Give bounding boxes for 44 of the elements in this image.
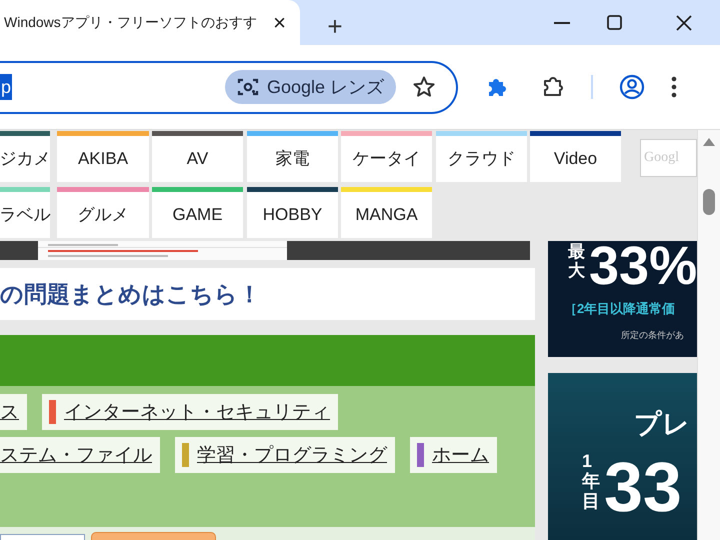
maximize-icon[interactable] <box>607 15 622 30</box>
scrollbar[interactable] <box>697 130 720 540</box>
scroll-up-icon[interactable] <box>703 138 715 146</box>
ad-headline: 33% <box>589 241 697 293</box>
nav-category-tab[interactable]: ジカメ <box>0 131 50 182</box>
ad-text: 1年目 <box>582 452 600 512</box>
heading-link[interactable]: の問題まとめはこちら！ <box>0 276 261 312</box>
nav-category-tab[interactable]: ケータイ <box>341 131 432 182</box>
minimize-icon[interactable] <box>554 22 570 24</box>
nav-category-tab[interactable]: グルメ <box>57 187 149 238</box>
category-link[interactable]: ホーム <box>432 446 489 464</box>
nav-category-tab[interactable]: 家電 <box>247 131 338 182</box>
nav-category-tab[interactable]: MANGA <box>341 187 432 238</box>
camera-icon <box>236 77 259 97</box>
profile-icon[interactable] <box>619 74 645 100</box>
close-tab-button[interactable]: × <box>273 12 286 34</box>
ad-headline: 33 <box>604 452 682 522</box>
category-link[interactable]: ステム・ファイル <box>0 446 152 464</box>
browser-tab[interactable]: Windowsアプリ・フリーソフトのおすす × <box>0 0 300 45</box>
ad-text: ［2年目以降通常価 <box>563 300 676 318</box>
selected-url-text: p <box>0 74 12 100</box>
nav-category-tab[interactable]: Video <box>530 131 621 182</box>
ad-text: 最大 <box>568 243 585 280</box>
scrollbar-thumb[interactable] <box>703 189 715 215</box>
close-window-icon[interactable] <box>676 14 692 30</box>
menu-icon[interactable] <box>671 76 677 98</box>
category-link[interactable]: インターネット・セキュリティ <box>64 402 330 422</box>
google-lens-button[interactable]: Google レンズ <box>224 70 396 104</box>
nav-category-tab[interactable]: HOBBY <box>247 187 338 238</box>
nav-category-tab[interactable]: ラベル <box>0 187 50 238</box>
nav-category-tab[interactable]: AKIBA <box>57 131 149 182</box>
star-icon[interactable] <box>412 75 436 99</box>
tab-title: Windowsアプリ・フリーソフトのおすす <box>4 13 258 32</box>
nav-category-tab[interactable]: クラウド <box>436 131 527 182</box>
category-link[interactable]: 学習・プログラミング <box>197 446 387 464</box>
puzzle-icon[interactable] <box>486 76 508 98</box>
ad-text: プレ <box>633 411 691 438</box>
category-link[interactable]: ス <box>0 402 19 422</box>
address-bar[interactable]: p Google レンズ <box>0 60 458 114</box>
ad-note: 所定の条件があ <box>620 328 685 342</box>
extension-icon[interactable] <box>541 75 565 99</box>
nav-category-tab[interactable]: GAME <box>152 187 243 238</box>
new-tab-button[interactable]: + <box>320 13 350 39</box>
nav-category-tab[interactable]: AV <box>152 131 243 182</box>
